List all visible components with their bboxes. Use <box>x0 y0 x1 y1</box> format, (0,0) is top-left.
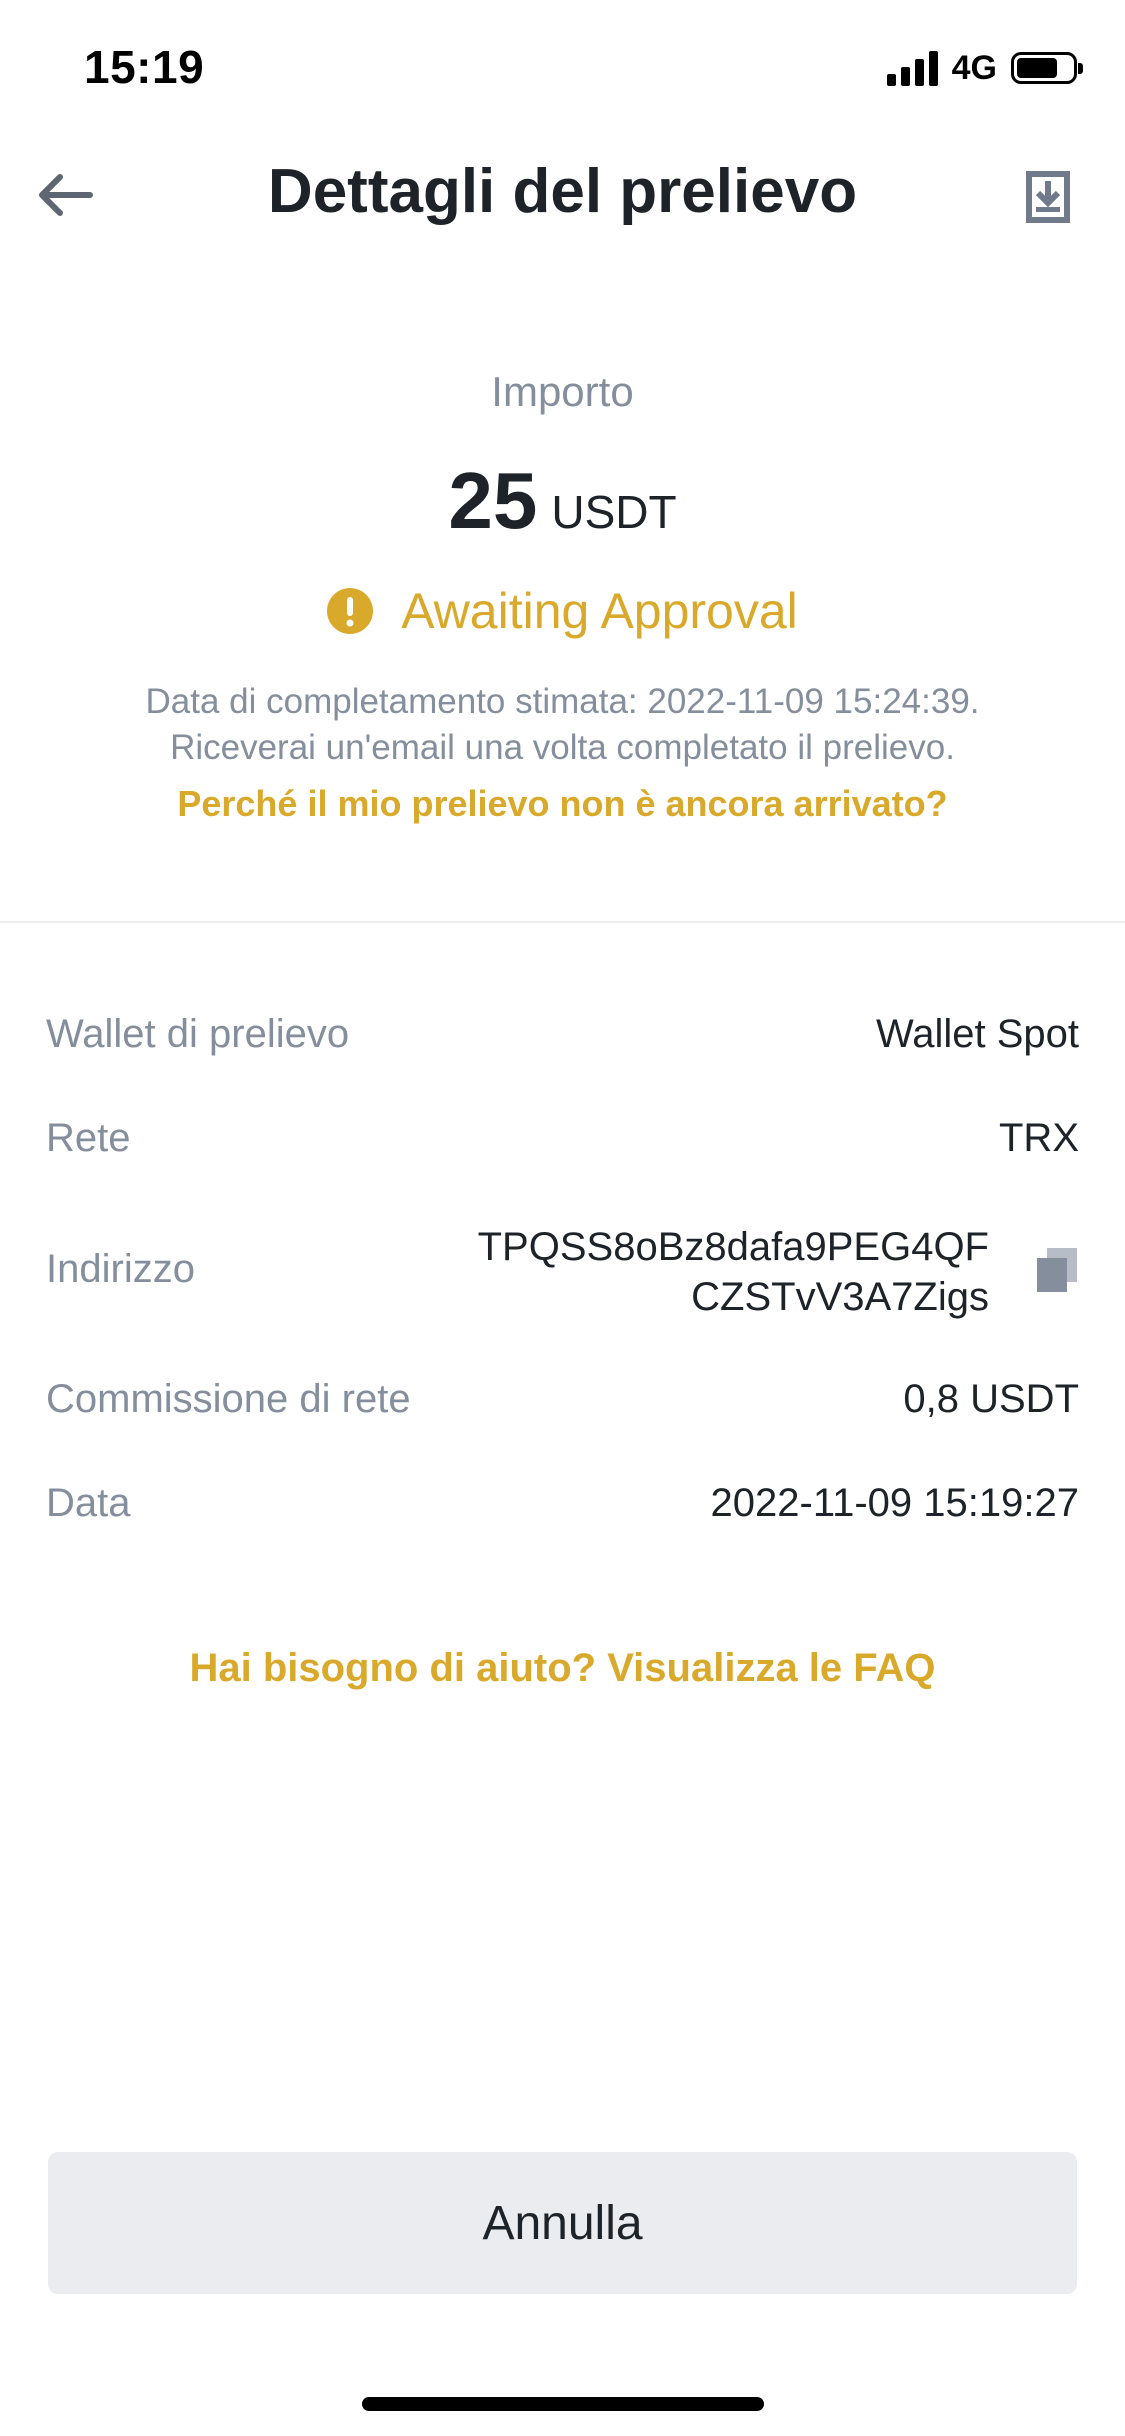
status-text: Awaiting Approval <box>401 583 798 639</box>
estimated-completion-text: Data di completamento stimata: 2022-11-0… <box>145 682 980 721</box>
copy-icon <box>1037 1248 1077 1292</box>
battery-icon <box>1011 52 1083 84</box>
divider <box>0 921 1125 923</box>
address-line-1: TPQSS8oBz8dafa9PEG4QF <box>477 1225 989 1269</box>
email-notice-text: Riceverai un'email una volta completato … <box>170 728 955 767</box>
faq-link[interactable]: Hai bisogno di aiuto? Visualizza le FAQ <box>0 1646 1125 1691</box>
address-value: TPQSS8oBz8dafa9PEG4QF CZSTvV3A7Zigs <box>429 1222 989 1322</box>
status-bar-indicators: 4G <box>886 46 1083 90</box>
amount-display: 25 USDT <box>0 455 1125 547</box>
cancel-button[interactable]: Annulla <box>48 2152 1077 2294</box>
wallet-value: Wallet Spot <box>875 1012 1079 1056</box>
amount-value: 25 <box>448 456 538 545</box>
amount-unit: USDT <box>551 486 677 538</box>
network-type: 4G <box>951 48 997 87</box>
status-indicator: Awaiting Approval <box>0 582 1125 640</box>
wallet-label: Wallet di prelievo <box>46 1012 350 1056</box>
exclamation-circle-icon <box>327 588 374 634</box>
fee-value: 0,8 USDT <box>903 1377 1079 1421</box>
status-bar-time: 15:19 <box>84 41 205 93</box>
signal-strength-icon <box>886 50 938 86</box>
copy-address-button[interactable] <box>1029 1240 1085 1296</box>
date-label: Data <box>46 1481 131 1525</box>
fee-label: Commissione di rete <box>46 1377 411 1421</box>
page-title: Dettagli del prelievo <box>267 157 858 226</box>
network-value: TRX <box>999 1116 1079 1160</box>
address-label: Indirizzo <box>46 1247 195 1291</box>
download-share-icon <box>1026 171 1070 223</box>
share-button[interactable] <box>1013 162 1083 232</box>
amount-label: Importo <box>491 368 634 415</box>
home-indicator[interactable] <box>362 2397 764 2411</box>
date-value: 2022-11-09 15:19:27 <box>710 1481 1079 1525</box>
why-not-arrived-link[interactable]: Perché il mio prelievo non è ancora arri… <box>0 783 1125 825</box>
network-label: Rete <box>46 1116 131 1160</box>
address-line-2: CZSTvV3A7Zigs <box>691 1275 989 1319</box>
